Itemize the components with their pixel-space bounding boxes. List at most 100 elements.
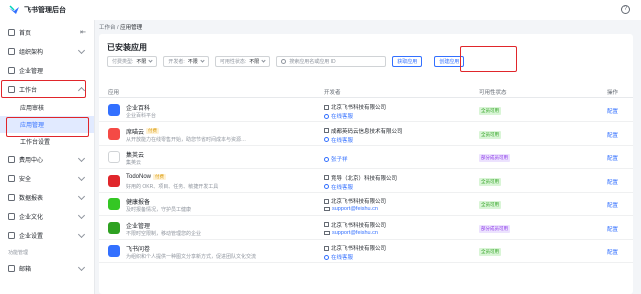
status-badge: 部分成员可用	[479, 224, 510, 233]
app-description: 不限时空限制，移动管理您的企业	[126, 230, 202, 237]
developer-contact[interactable]: 在线客服	[324, 253, 353, 261]
configure-link[interactable]: 配置	[607, 225, 618, 233]
table-row[interactable]: TodoNow 付费 好用的 OKR、项目、任务、敏捷开发工具 竞导（北京）科技有…	[99, 170, 633, 193]
column-header-app: 应用	[108, 90, 120, 96]
sidebar-item-culture[interactable]: 企业文化	[0, 207, 94, 226]
building-icon	[324, 128, 329, 133]
developer-contact[interactable]: 在线客服	[324, 112, 353, 120]
app-name[interactable]: 席喵云 付费	[126, 127, 160, 136]
search-icon	[281, 59, 287, 64]
contact-text: 在线客服	[331, 137, 354, 144]
contact-text: 张子祥	[331, 157, 348, 163]
developer-contact[interactable]: 在线客服	[324, 136, 353, 144]
sidebar-item-label: 数据报表	[19, 196, 44, 202]
installed-apps-panel: 已安装应用 付费类型: 不限 开发者: 不限 可用性状态: 不限 搜索应用名或应…	[99, 34, 633, 294]
sidebar: 首页 ⇤ 组织架构 企业管理 工作台 应用审核 应用管理 工作台设置 费用中心 …	[0, 20, 95, 294]
building-icon	[324, 175, 329, 180]
chevron-down-icon	[77, 173, 86, 182]
get-app-button[interactable]: 获取应用	[392, 56, 423, 67]
sidebar-item-security[interactable]: 安全	[0, 169, 94, 188]
configure-link[interactable]: 配置	[607, 131, 618, 139]
sidebar-item-enterprise[interactable]: 企业管理	[0, 61, 94, 80]
configure-link[interactable]: 配置	[607, 201, 618, 209]
developer-contact[interactable]: 张子祥	[324, 155, 348, 163]
building-icon	[324, 245, 329, 251]
breadcrumb-parent[interactable]: 工作台	[99, 25, 116, 31]
chevron-down-icon	[77, 230, 86, 239]
chevron-down-icon	[77, 211, 86, 220]
breadcrumb: 工作台 / 应用管理	[99, 23, 142, 31]
app-name-text: 企业管理	[126, 223, 151, 230]
page-title: 已安装应用	[107, 43, 147, 52]
mail-icon	[8, 265, 15, 272]
billing-icon	[8, 156, 15, 163]
table-row[interactable]: 集英云 集英云 张子祥 部分成员可用 配置	[99, 146, 633, 169]
app-description: 为组织和个人提供一种图文分享新方式，促进团队文化交流	[126, 254, 257, 260]
search-input[interactable]: 搜索应用名或应用 ID	[276, 56, 387, 67]
chevron-down-icon	[77, 192, 86, 201]
table-row[interactable]: 席喵云 付费 从开放能力在线零售开始，助您节省时间成本与资源… 成都英码云信息技术…	[99, 123, 633, 146]
table-row[interactable]: 健康报备 及时报备情况，守护员工健康 北京飞书科技有限公司 support@fe…	[99, 193, 633, 216]
home-icon	[8, 29, 15, 36]
app-name[interactable]: 企业百科	[126, 103, 150, 112]
feishu-logo-icon	[9, 5, 19, 14]
configure-link[interactable]: 配置	[607, 107, 618, 115]
app-name[interactable]: 健康报备	[126, 197, 150, 206]
culture-icon	[8, 213, 15, 220]
collapse-sidebar-icon[interactable]: ⇤	[80, 28, 86, 36]
sidebar-item-label: 组织架构	[19, 50, 44, 56]
search-placeholder: 搜索应用名或应用 ID	[289, 59, 336, 65]
app-icon	[108, 221, 120, 234]
filter-value: 不限	[187, 59, 198, 65]
chevron-down-icon	[261, 58, 266, 63]
app-icon	[108, 174, 120, 187]
availability-filter[interactable]: 可用性状态: 不限	[214, 56, 271, 67]
brand[interactable]: 飞书管理后台	[0, 5, 66, 15]
paid-tag: 付费	[153, 173, 167, 180]
sidebar-item-label: 费用中心	[19, 158, 44, 164]
app-name[interactable]: 集英云	[126, 150, 144, 159]
developer-filter[interactable]: 开发者: 不限	[163, 56, 209, 67]
app-description: 集英云	[126, 160, 142, 166]
chevron-down-icon	[77, 263, 86, 272]
pay-type-filter[interactable]: 付费类型: 不限	[107, 56, 158, 67]
app-name[interactable]: 企业管理	[126, 221, 150, 230]
table-row[interactable]: 飞书问卷 为组织和个人提供一种图文分享新方式，促进团队文化交流 北京飞书科技有限…	[99, 240, 633, 263]
highlight-box-app-management	[6, 117, 89, 137]
filter-bar: 付费类型: 不限 开发者: 不限 可用性状态: 不限 搜索应用名或应用 ID 获…	[107, 56, 465, 67]
developer-contact[interactable]: support@feishu.cn	[324, 206, 378, 212]
developer-contact[interactable]: support@feishu.cn	[324, 230, 378, 236]
developer-text: 成都英码云信息技术有限公司	[331, 128, 403, 135]
building-icon	[324, 222, 329, 227]
org-chart-icon	[8, 48, 15, 55]
app-icon	[108, 104, 120, 116]
chat-icon	[324, 184, 329, 189]
configure-link[interactable]: 配置	[607, 154, 618, 162]
sidebar-sub-app-review[interactable]: 应用审核	[0, 99, 94, 116]
filter-value: 不限	[136, 59, 147, 65]
building-icon	[324, 104, 329, 110]
chevron-down-icon	[148, 58, 154, 63]
developer-contact[interactable]: 在线客服	[324, 183, 353, 191]
developer-text: 北京飞书科技有限公司	[331, 199, 387, 205]
status-badge: 全员可用	[479, 177, 501, 186]
sidebar-item-reports[interactable]: 数据报表	[0, 188, 94, 207]
configure-link[interactable]: 配置	[607, 178, 618, 186]
chevron-down-icon	[77, 154, 86, 163]
sidebar-item-home[interactable]: 首页 ⇤	[0, 23, 94, 42]
filter-label: 可用性状态:	[219, 59, 247, 65]
table-row[interactable]: 企业百科 企业百科平台 北京飞书科技有限公司 在线客服 全员可用 配置	[99, 99, 633, 122]
app-name[interactable]: 飞书问卷	[126, 244, 150, 253]
sidebar-item-org[interactable]: 组织架构	[0, 42, 94, 61]
help-icon[interactable]: ?	[621, 5, 630, 14]
sidebar-item-billing[interactable]: 费用中心	[0, 150, 94, 169]
sidebar-item-mail[interactable]: 邮箱	[0, 259, 94, 278]
app-name[interactable]: TodoNow 付费	[126, 173, 167, 180]
configure-link[interactable]: 配置	[607, 248, 618, 256]
table-row[interactable]: 企业管理 不限时空限制，移动管理您的企业 北京飞书科技有限公司 support@…	[99, 217, 633, 240]
sidebar-item-settings[interactable]: 企业设置	[0, 226, 94, 245]
status-badge: 部分成员可用	[479, 154, 510, 162]
sidebar-item-label: 企业文化	[19, 215, 44, 221]
developer-text: 竞导（北京）科技有限公司	[331, 175, 398, 182]
column-header-operation: 操作	[607, 90, 619, 96]
